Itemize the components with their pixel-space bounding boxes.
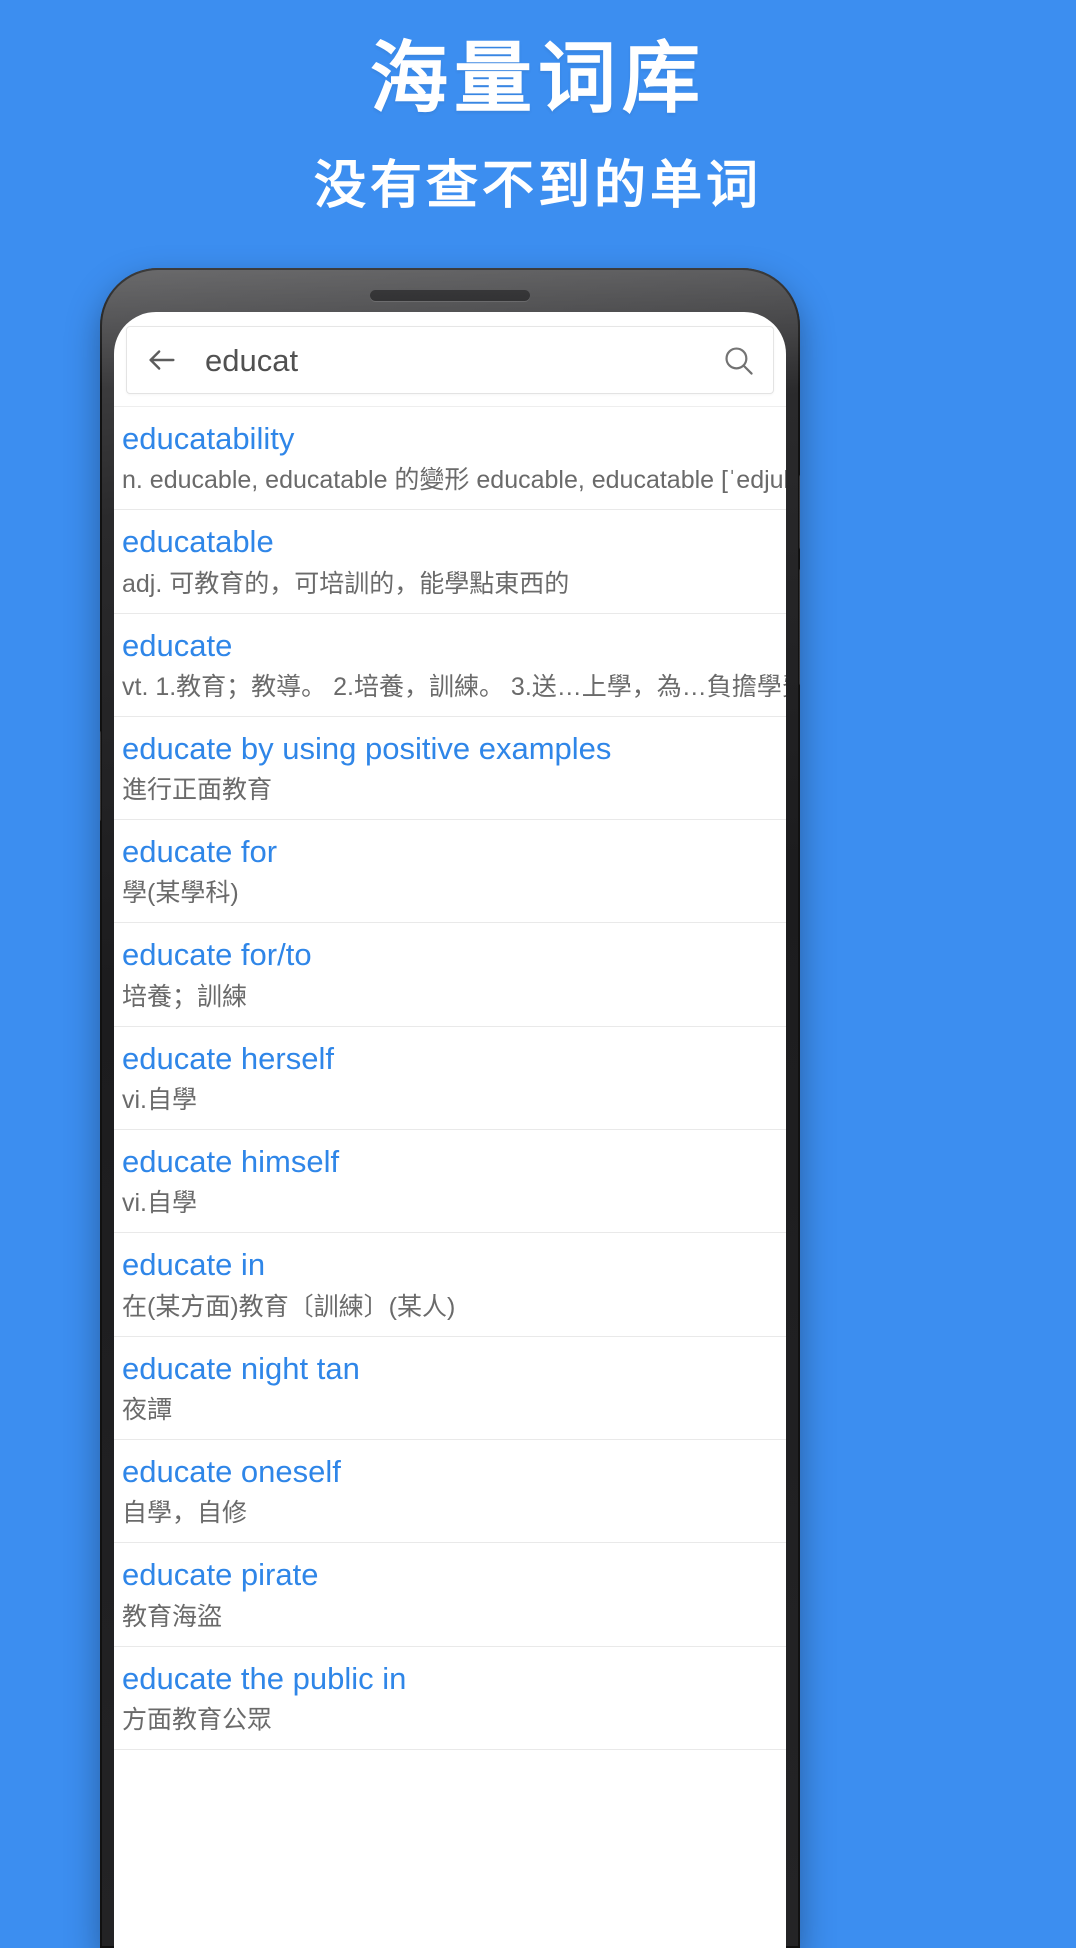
result-definition: 自學，自修	[122, 1499, 248, 1528]
phone-mockup: educat educatability n. educable, educat…	[100, 268, 800, 1948]
phone-screen: educat educatability n. educable, educat…	[114, 312, 786, 1948]
result-word: educatable	[122, 524, 274, 560]
result-word: educate the public in	[122, 1660, 407, 1696]
volume-down-button[interactable]	[799, 568, 800, 686]
promo-title: 海量词库	[369, 34, 706, 122]
list-item[interactable]: educate night tan 夜譚	[114, 1336, 786, 1440]
result-word: educate for/to	[122, 937, 312, 973]
list-item[interactable]: educatability n. educable, educatable 的變…	[114, 407, 786, 511]
list-item[interactable]: educate oneself 自學，自修	[114, 1439, 786, 1544]
result-word: educate for	[122, 834, 278, 870]
result-word: educate oneself	[122, 1453, 341, 1489]
result-word: educate in	[122, 1247, 266, 1283]
back-arrow-icon[interactable]	[145, 343, 179, 377]
list-item[interactable]: educate by using positive examples 進行正面教…	[114, 716, 786, 821]
result-word: educatability	[122, 421, 295, 456]
result-definition: 在(某方面)教育〔訓練〕(某人)	[122, 1292, 456, 1321]
list-item[interactable]: educate for 學(某學科)	[114, 820, 786, 924]
list-item[interactable]: educate in 在(某方面)教育〔訓練〕(某人)	[114, 1233, 786, 1337]
list-item[interactable]: educate himself vi.自學	[114, 1130, 786, 1234]
result-definition: 學(某學科)	[122, 879, 239, 908]
search-bar[interactable]: educat	[126, 326, 774, 394]
list-item[interactable]: educate for/to 培養；訓練	[114, 923, 786, 1027]
list-item[interactable]: educate vt. 1.教育；教導。 2.培養，訓練。 3.送…上學，為…負…	[114, 613, 786, 717]
result-word: educate himself	[122, 1144, 340, 1180]
search-icon[interactable]	[722, 344, 755, 377]
result-definition: 夜譚	[122, 1395, 173, 1424]
volume-up-button[interactable]	[799, 474, 800, 550]
search-input[interactable]: educat	[205, 345, 722, 376]
result-definition: vi.自學	[122, 1189, 198, 1218]
result-definition: n. educable, educatable 的變形 educable, ed…	[122, 466, 786, 495]
list-item[interactable]: educate the public in 方面教育公眾	[114, 1646, 786, 1750]
result-definition: 進行正面教育	[122, 776, 273, 805]
list-item[interactable]: educate pirate 教育海盜	[114, 1543, 786, 1647]
promo-subtitle: 没有查不到的单词	[313, 156, 762, 215]
phone-frame: educat educatability n. educable, educat…	[100, 268, 800, 1948]
result-definition: 培養；訓練	[122, 982, 248, 1011]
result-word: educate herself	[122, 1040, 334, 1076]
list-item[interactable]: educatable adj. 可教育的，可培訓的，能學點東西的	[114, 510, 786, 614]
result-definition: vt. 1.教育；教導。 2.培養，訓練。 3.送…上學，為…負擔學費。 n.…	[122, 672, 786, 701]
result-word: educate by using positive examples	[122, 730, 612, 766]
result-word: educate	[122, 627, 233, 663]
result-definition: 方面教育公眾	[122, 1705, 273, 1734]
search-results-list[interactable]: educatability n. educable, educatable 的變…	[114, 406, 786, 1750]
result-word: educate night tan	[122, 1350, 360, 1386]
result-word: educate pirate	[122, 1557, 319, 1593]
earpiece-speaker	[370, 290, 530, 301]
result-definition: adj. 可教育的，可培訓的，能學點東西的	[122, 569, 570, 598]
side-button-left[interactable]	[100, 730, 101, 822]
result-definition: vi.自學	[122, 1086, 198, 1115]
list-item[interactable]: educate herself vi.自學	[114, 1026, 786, 1131]
promo-header: 海量词库 没有查不到的单词	[0, 0, 1076, 219]
result-definition: 教育海盜	[122, 1602, 223, 1631]
